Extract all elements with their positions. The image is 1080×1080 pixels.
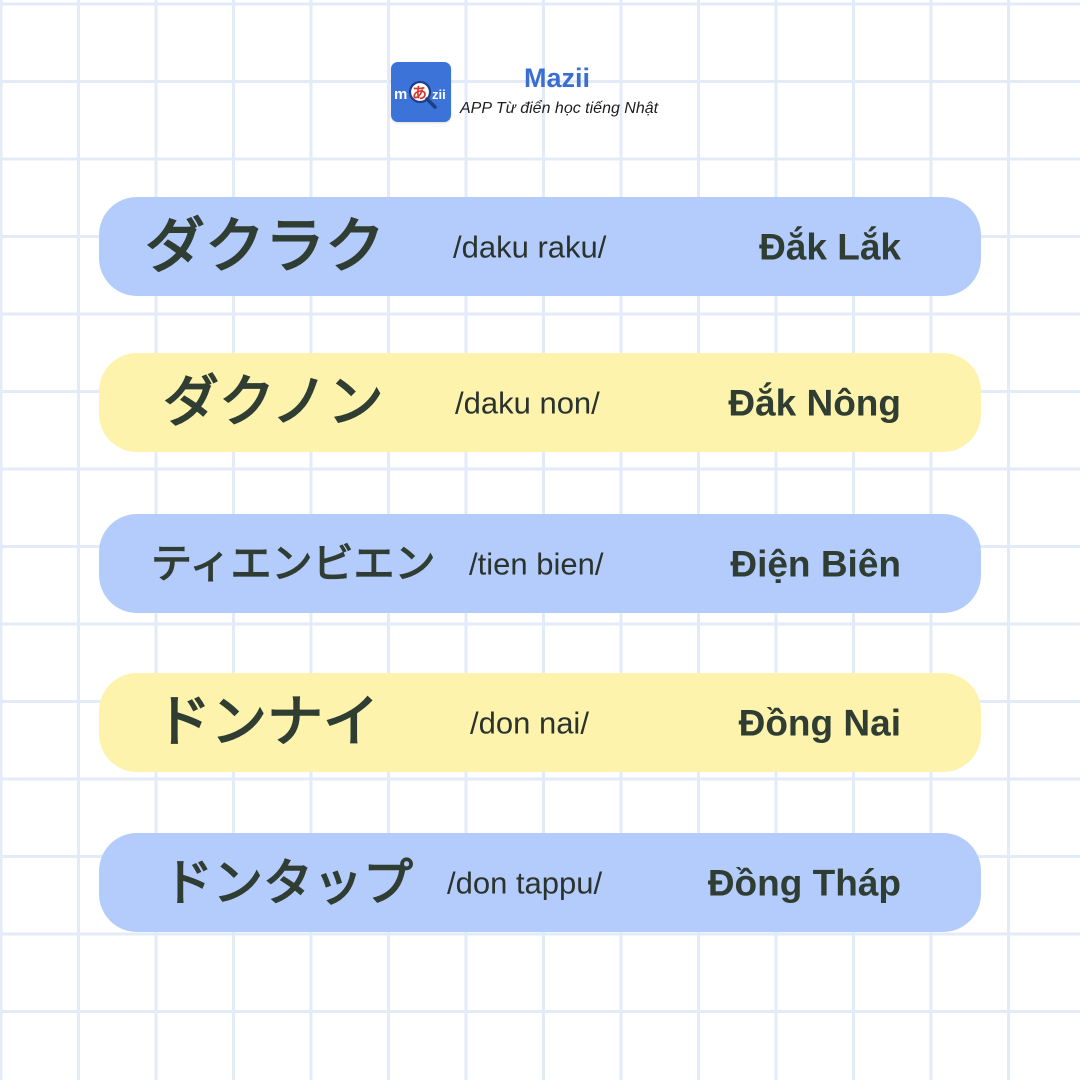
mazii-logo: m あ zii [391,62,451,122]
brand-header: m あ zii Mazii APP Từ điển học tiếng Nhật [391,62,691,124]
katakana-word: ダクノン [163,369,384,435]
romaji-reading: /don nai/ [470,705,589,740]
svg-text:zii: zii [432,87,446,102]
vocab-row-dak-lak: ダクラク /daku raku/ Đắk Lắk [99,197,981,296]
brand-tagline: APP Từ điển học tiếng Nhật [460,100,659,117]
vocab-row-dien-bien: ティエンビエン /tien bien/ Điện Biên [99,514,981,613]
romaji-reading: /daku raku/ [453,229,607,264]
svg-text:あ: あ [412,84,427,102]
vietnamese-name: Đắk Lắk [759,226,901,267]
katakana-word: ダクラク [145,211,385,282]
romaji-reading: /don tappu/ [447,865,603,900]
vocab-row-dong-nai: ドンナイ /don nai/ Đồng Nai [99,673,981,772]
vocab-row-dong-thap: ドンタップ /don tappu/ Đồng Tháp [99,833,981,932]
vietnamese-name: Đồng Nai [738,702,901,743]
vocab-row-dak-nong: ダクノン /daku non/ Đắk Nông [99,353,981,452]
katakana-word: ドンタップ [163,853,413,912]
vietnamese-name: Đồng Tháp [707,862,901,903]
magnifier-logo-icon: m あ zii [394,80,446,109]
vietnamese-name: Điện Biên [730,543,901,584]
brand-name: Mazii [524,63,591,93]
svg-text:m: m [394,86,407,103]
vietnamese-name: Đắk Nông [728,382,901,423]
romaji-reading: /tien bien/ [469,546,604,581]
katakana-word: ティエンビエン [151,539,436,587]
katakana-word: ドンナイ [155,689,379,755]
romaji-reading: /daku non/ [455,385,600,420]
